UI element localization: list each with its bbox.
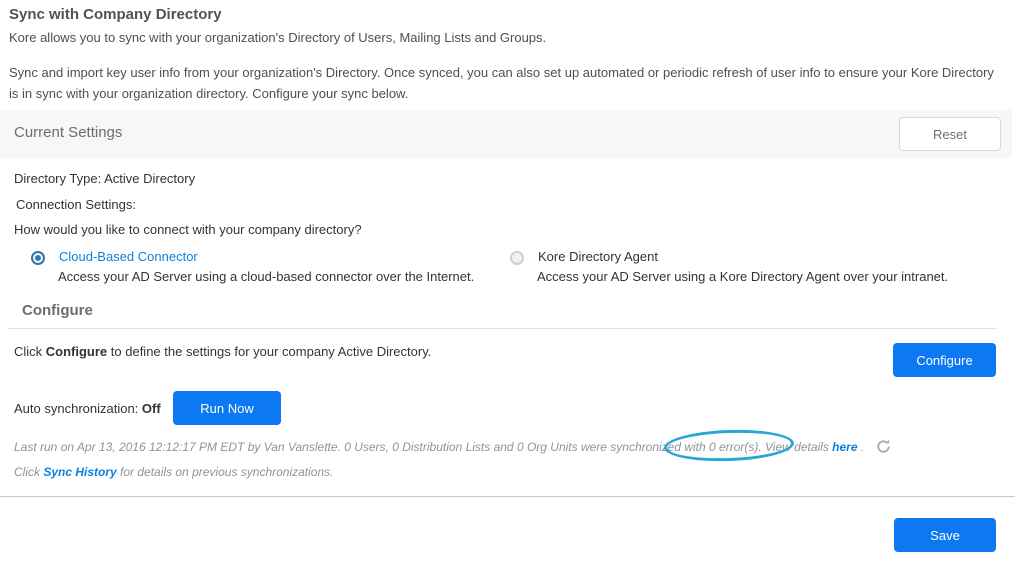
save-button[interactable]: Save [894, 518, 996, 552]
reset-button[interactable]: Reset [899, 117, 1001, 151]
configure-instruction-suffix: to define the settings for your company … [107, 344, 432, 359]
directory-type-label: Directory Type: Active Directory [14, 171, 196, 186]
configure-instruction-bold: Configure [45, 344, 108, 359]
configure-instruction-prefix: Click [14, 344, 46, 359]
connection-settings-label: Connection Settings: [16, 197, 136, 212]
configure-instruction: Click Configure to define the settings f… [14, 344, 431, 359]
radio-unselected-icon[interactable] [510, 251, 524, 265]
current-settings-header: Current Settings Reset [0, 110, 1012, 158]
current-settings-heading: Current Settings [14, 124, 123, 141]
page-intro: Kore allows you to sync with your organi… [9, 30, 547, 45]
last-run-status: Last run on Apr 13, 2016 12:12:17 PM EDT… [14, 427, 891, 464]
sync-history-prefix: Click [14, 465, 44, 479]
run-now-button[interactable]: Run Now [173, 391, 281, 425]
refresh-icon[interactable] [876, 439, 891, 454]
configure-heading: Configure [22, 302, 93, 319]
last-run-text: Last run on Apr 13, 2016 12:12:17 PM EDT… [14, 440, 833, 454]
page-title: Sync with Company Directory [9, 6, 222, 23]
sync-company-directory-page: Sync with Company Directory Kore allows … [0, 0, 1028, 574]
kore-agent-description: Access your AD Server using a Kore Direc… [537, 269, 949, 284]
auto-sync-value: Off [141, 401, 161, 416]
auto-sync-label-text: Auto synchronization: [14, 401, 142, 416]
kore-agent-label[interactable]: Kore Directory Agent [538, 249, 658, 264]
page-description: Sync and import key user info from your … [9, 65, 994, 101]
sync-history-suffix: for details on previous synchronizations… [116, 465, 334, 479]
bottom-divider [0, 496, 1015, 497]
cloud-connector-label[interactable]: Cloud-Based Connector [59, 249, 198, 264]
auto-sync-label: Auto synchronization: Off [14, 401, 161, 416]
configure-divider [7, 328, 997, 329]
cloud-connector-description: Access your AD Server using a cloud-base… [58, 269, 475, 284]
sync-history-note: Click Sync History for details on previo… [14, 465, 333, 479]
connect-question-label: How would you like to connect with your … [14, 222, 362, 237]
view-details-here-link[interactable]: here [832, 440, 857, 454]
sync-history-link[interactable]: Sync History [43, 465, 116, 479]
configure-button[interactable]: Configure [893, 343, 996, 377]
last-run-suffix: . [857, 440, 865, 454]
radio-selected-icon[interactable] [31, 251, 45, 265]
